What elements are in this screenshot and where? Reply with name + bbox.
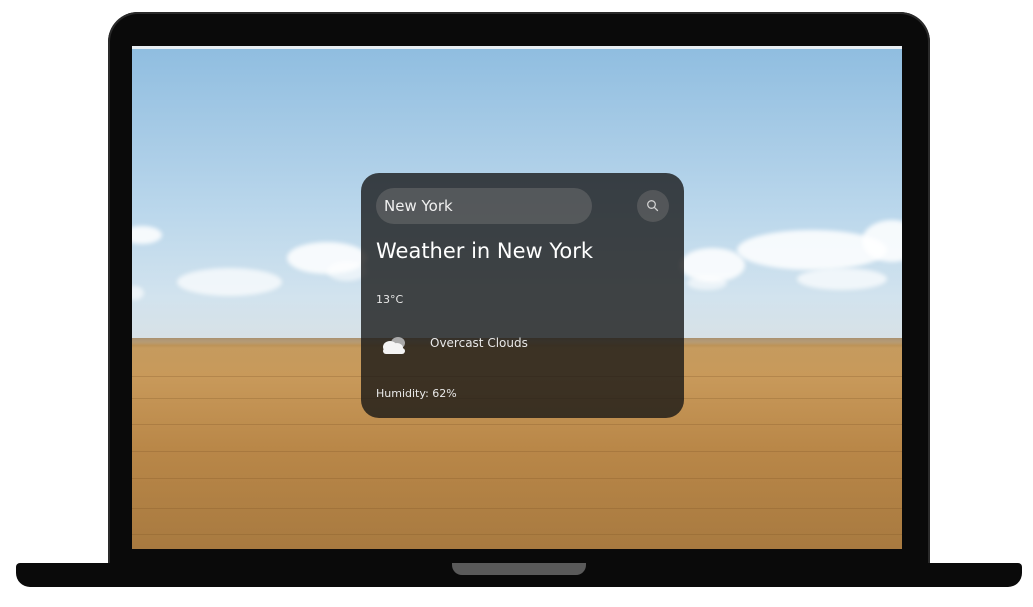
weather-title: Weather in New York [376,239,594,263]
search-button[interactable] [637,190,669,222]
screen-top-edge [132,46,902,49]
search-input[interactable] [376,188,592,224]
background-cloud [132,226,162,244]
wheat-texture [132,451,902,452]
background-cloud [797,268,887,290]
laptop-screen: Weather in New York 13°C Overcast Clouds… [132,46,902,549]
background-cloud [177,268,282,296]
wheat-texture [132,534,902,535]
wheat-texture [132,424,902,425]
laptop-hinge-notch [452,563,586,575]
cloud-icon [383,337,405,354]
temperature: 13°C [376,293,404,306]
stage: Weather in New York 13°C Overcast Clouds… [0,0,1033,607]
background-cloud [687,276,727,290]
background-cloud [132,286,144,300]
weather-card: Weather in New York 13°C Overcast Clouds… [361,173,684,418]
humidity: Humidity: 62% [376,387,457,400]
search-icon [647,200,659,212]
wheat-texture [132,508,902,509]
weather-description: Overcast Clouds [430,336,528,350]
wheat-texture [132,478,902,479]
